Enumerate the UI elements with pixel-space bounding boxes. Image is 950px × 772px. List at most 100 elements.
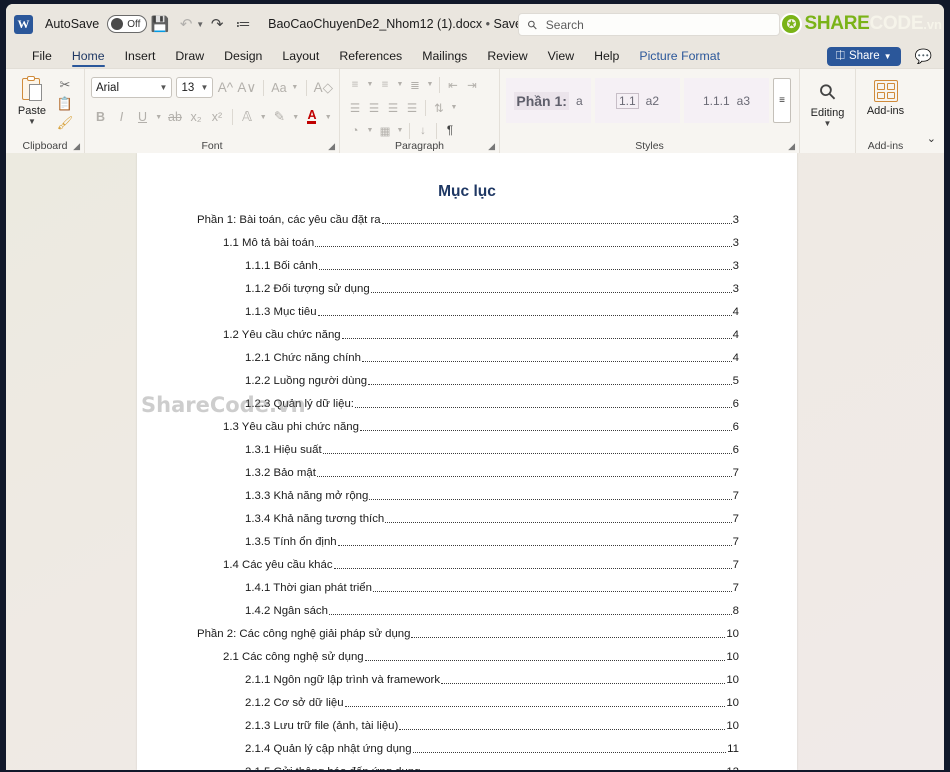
- toc-entry[interactable]: 1.1.2 Đối tượng sử dụng 3: [197, 283, 739, 295]
- toc-entry[interactable]: 1.2 Yêu cầu chức năng 4: [197, 329, 739, 341]
- toc-entry[interactable]: 1.3.1 Hiệu suất 6: [197, 444, 739, 456]
- addins-button[interactable]: Add-ins: [862, 73, 909, 117]
- toc-entry[interactable]: 1.1 Mô tả bài toán 3: [197, 237, 739, 249]
- sort-icon[interactable]: ↓: [414, 122, 432, 139]
- multilevel-chevron-down-icon[interactable]: ▼: [425, 81, 435, 88]
- toc-entry[interactable]: 1.1.3 Mục tiêu 4: [197, 306, 739, 318]
- change-case-icon[interactable]: Aa: [271, 78, 287, 98]
- customize-quick-access-icon[interactable]: ≔: [230, 11, 256, 37]
- toc-entry[interactable]: 1.3.5 Tính ổn định 7: [197, 536, 739, 548]
- toc-entry[interactable]: 2.1.5 Gửi thông báo đến ứng dụng 12: [197, 766, 739, 770]
- toc-entry[interactable]: 2.1.2 Cơ sở dữ liệu 10: [197, 697, 739, 709]
- toc-entry[interactable]: 1.2.2 Luồng người dùng 5: [197, 375, 739, 387]
- document-title[interactable]: BaoCaoChuyenDe2_Nhom12 (1).docx • Saved: [268, 17, 529, 31]
- line-spacing-chevron-down-icon[interactable]: ▼: [449, 104, 459, 111]
- vertical-scrollbar[interactable]: [935, 153, 944, 770]
- paste-chevron-down-icon[interactable]: ▼: [28, 117, 36, 126]
- align-center-icon[interactable]: ☰: [365, 99, 383, 116]
- collapse-ribbon-icon[interactable]: ⌄: [927, 132, 936, 145]
- toc-entry[interactable]: 1.4.2 Ngân sách 8: [197, 605, 739, 617]
- bold-button[interactable]: B: [91, 107, 110, 127]
- toc-entry[interactable]: 2.1.1 Ngôn ngữ lập trình và framework 10: [197, 674, 739, 686]
- toc-entry[interactable]: 2.1 Các công nghệ sử dụng 10: [197, 651, 739, 663]
- tab-design[interactable]: Design: [214, 44, 272, 68]
- style-item-heading3[interactable]: 1.1.1 a3: [684, 78, 769, 123]
- strikethrough-button[interactable]: ab: [166, 107, 185, 127]
- styles-more-icon[interactable]: ≡: [773, 78, 791, 123]
- numbering-chevron-down-icon[interactable]: ▼: [395, 81, 405, 88]
- font-color-chevron-down-icon[interactable]: ▼: [323, 114, 333, 121]
- document-page[interactable]: Mục lục Phần 1: Bài toán, các yêu cầu đặ…: [137, 153, 797, 770]
- italic-button[interactable]: I: [112, 107, 131, 127]
- shading-icon[interactable]: ◔: [346, 122, 364, 139]
- toc-entry[interactable]: 1.3 Yêu cầu phi chức năng 6: [197, 421, 739, 433]
- toc-entry[interactable]: 1.1.1 Bối cảnh 3: [197, 260, 739, 272]
- clipboard-dialog-launcher-icon[interactable]: ◢: [73, 141, 80, 152]
- tab-draw[interactable]: Draw: [165, 44, 214, 68]
- share-button[interactable]: ⎅ Share ▼: [826, 46, 901, 66]
- toc-entry[interactable]: 1.3.2 Bảo mật 7: [197, 467, 739, 479]
- underline-button[interactable]: U: [133, 107, 152, 127]
- bullets-chevron-down-icon[interactable]: ▼: [365, 81, 375, 88]
- shrink-font-icon[interactable]: A∨: [237, 78, 256, 98]
- tab-review[interactable]: Review: [477, 44, 537, 68]
- borders-icon[interactable]: ▦: [376, 122, 394, 139]
- tab-layout[interactable]: Layout: [272, 44, 329, 68]
- styles-dialog-launcher-icon[interactable]: ◢: [788, 141, 795, 152]
- increase-indent-icon[interactable]: ⇥: [463, 76, 481, 93]
- superscript-button[interactable]: x²: [208, 107, 227, 127]
- editing-chevron-down-icon[interactable]: ▼: [824, 119, 832, 128]
- format-painter-icon[interactable]: 🖌: [57, 115, 74, 131]
- multilevel-list-icon[interactable]: ≣: [406, 76, 424, 93]
- show-formatting-marks-button[interactable]: ¶: [441, 122, 459, 139]
- shading-chevron-down-icon[interactable]: ▼: [365, 127, 375, 134]
- subscript-button[interactable]: x₂: [187, 107, 206, 127]
- tab-mailings[interactable]: Mailings: [412, 44, 477, 68]
- clear-formatting-icon[interactable]: A◇: [314, 78, 333, 98]
- toc-entry[interactable]: Phần 2: Các công nghệ giải pháp sử dụng 1…: [197, 628, 739, 640]
- copy-icon[interactable]: 📋: [57, 96, 73, 112]
- editing-button[interactable]: ⚲ Editing ▼: [806, 73, 849, 128]
- toc-entry[interactable]: 2.1.3 Lưu trữ file (ảnh, tài liệu) 10: [197, 720, 739, 732]
- text-highlight-icon[interactable]: ✎: [270, 107, 289, 127]
- tab-view[interactable]: View: [538, 44, 584, 68]
- tab-picture-format[interactable]: Picture Format: [629, 44, 730, 68]
- style-item-heading1[interactable]: Phần 1: a: [506, 78, 591, 123]
- toc-entry[interactable]: 1.2.3 Quản lý dữ liệu: 6: [197, 398, 739, 410]
- bullets-icon[interactable]: ≡: [346, 76, 364, 93]
- change-case-chevron-down-icon[interactable]: ▼: [291, 84, 299, 91]
- grow-font-icon[interactable]: A^: [217, 78, 233, 98]
- highlight-chevron-down-icon[interactable]: ▼: [291, 114, 301, 121]
- toc-entry[interactable]: 1.3.4 Khả năng tương thích 7: [197, 513, 739, 525]
- toc-entry[interactable]: Phần 1: Bài toán, các yêu cầu đặt ra 3: [197, 214, 739, 226]
- text-effects-chevron-down-icon[interactable]: ▼: [258, 114, 268, 121]
- undo-chevron-down-icon[interactable]: ▼: [196, 20, 204, 29]
- tab-home[interactable]: Home: [62, 44, 115, 68]
- tab-help[interactable]: Help: [584, 44, 629, 68]
- font-color-button[interactable]: A: [302, 107, 321, 127]
- paragraph-dialog-launcher-icon[interactable]: ◢: [488, 141, 495, 152]
- numbering-icon[interactable]: ≡: [376, 76, 394, 93]
- align-right-icon[interactable]: ☰: [384, 99, 402, 116]
- autosave-toggle[interactable]: Off: [107, 15, 148, 33]
- font-dialog-launcher-icon[interactable]: ◢: [328, 141, 335, 152]
- font-name-combo[interactable]: Arial ▼: [91, 77, 173, 98]
- decrease-indent-icon[interactable]: ⇤: [444, 76, 462, 93]
- justify-icon[interactable]: ☰: [403, 99, 421, 116]
- redo-icon[interactable]: ↷: [204, 11, 230, 37]
- toc-entry[interactable]: 1.3.3 Khả năng mở rộng 7: [197, 490, 739, 502]
- toc-entry[interactable]: 1.4 Các yêu cầu khác 7: [197, 559, 739, 571]
- align-left-icon[interactable]: ☰: [346, 99, 364, 116]
- underline-chevron-down-icon[interactable]: ▼: [154, 114, 164, 121]
- save-icon[interactable]: 💾: [147, 11, 173, 37]
- toc-entry[interactable]: 1.4.1 Thời gian phát triển 7: [197, 582, 739, 594]
- scissors-icon[interactable]: ✂: [60, 77, 71, 93]
- tab-insert[interactable]: Insert: [115, 44, 166, 68]
- comments-icon[interactable]: 💬: [915, 48, 932, 65]
- style-item-heading2[interactable]: 1.1 a2: [595, 78, 680, 123]
- text-effects-icon[interactable]: 𝔸: [237, 107, 256, 127]
- toc-entry[interactable]: 2.1.4 Quản lý cập nhật ứng dụng 11: [197, 743, 739, 755]
- line-spacing-icon[interactable]: ⇅: [430, 99, 448, 116]
- tab-file[interactable]: File: [22, 44, 62, 68]
- toc-entry[interactable]: 1.2.1 Chức năng chính 4: [197, 352, 739, 364]
